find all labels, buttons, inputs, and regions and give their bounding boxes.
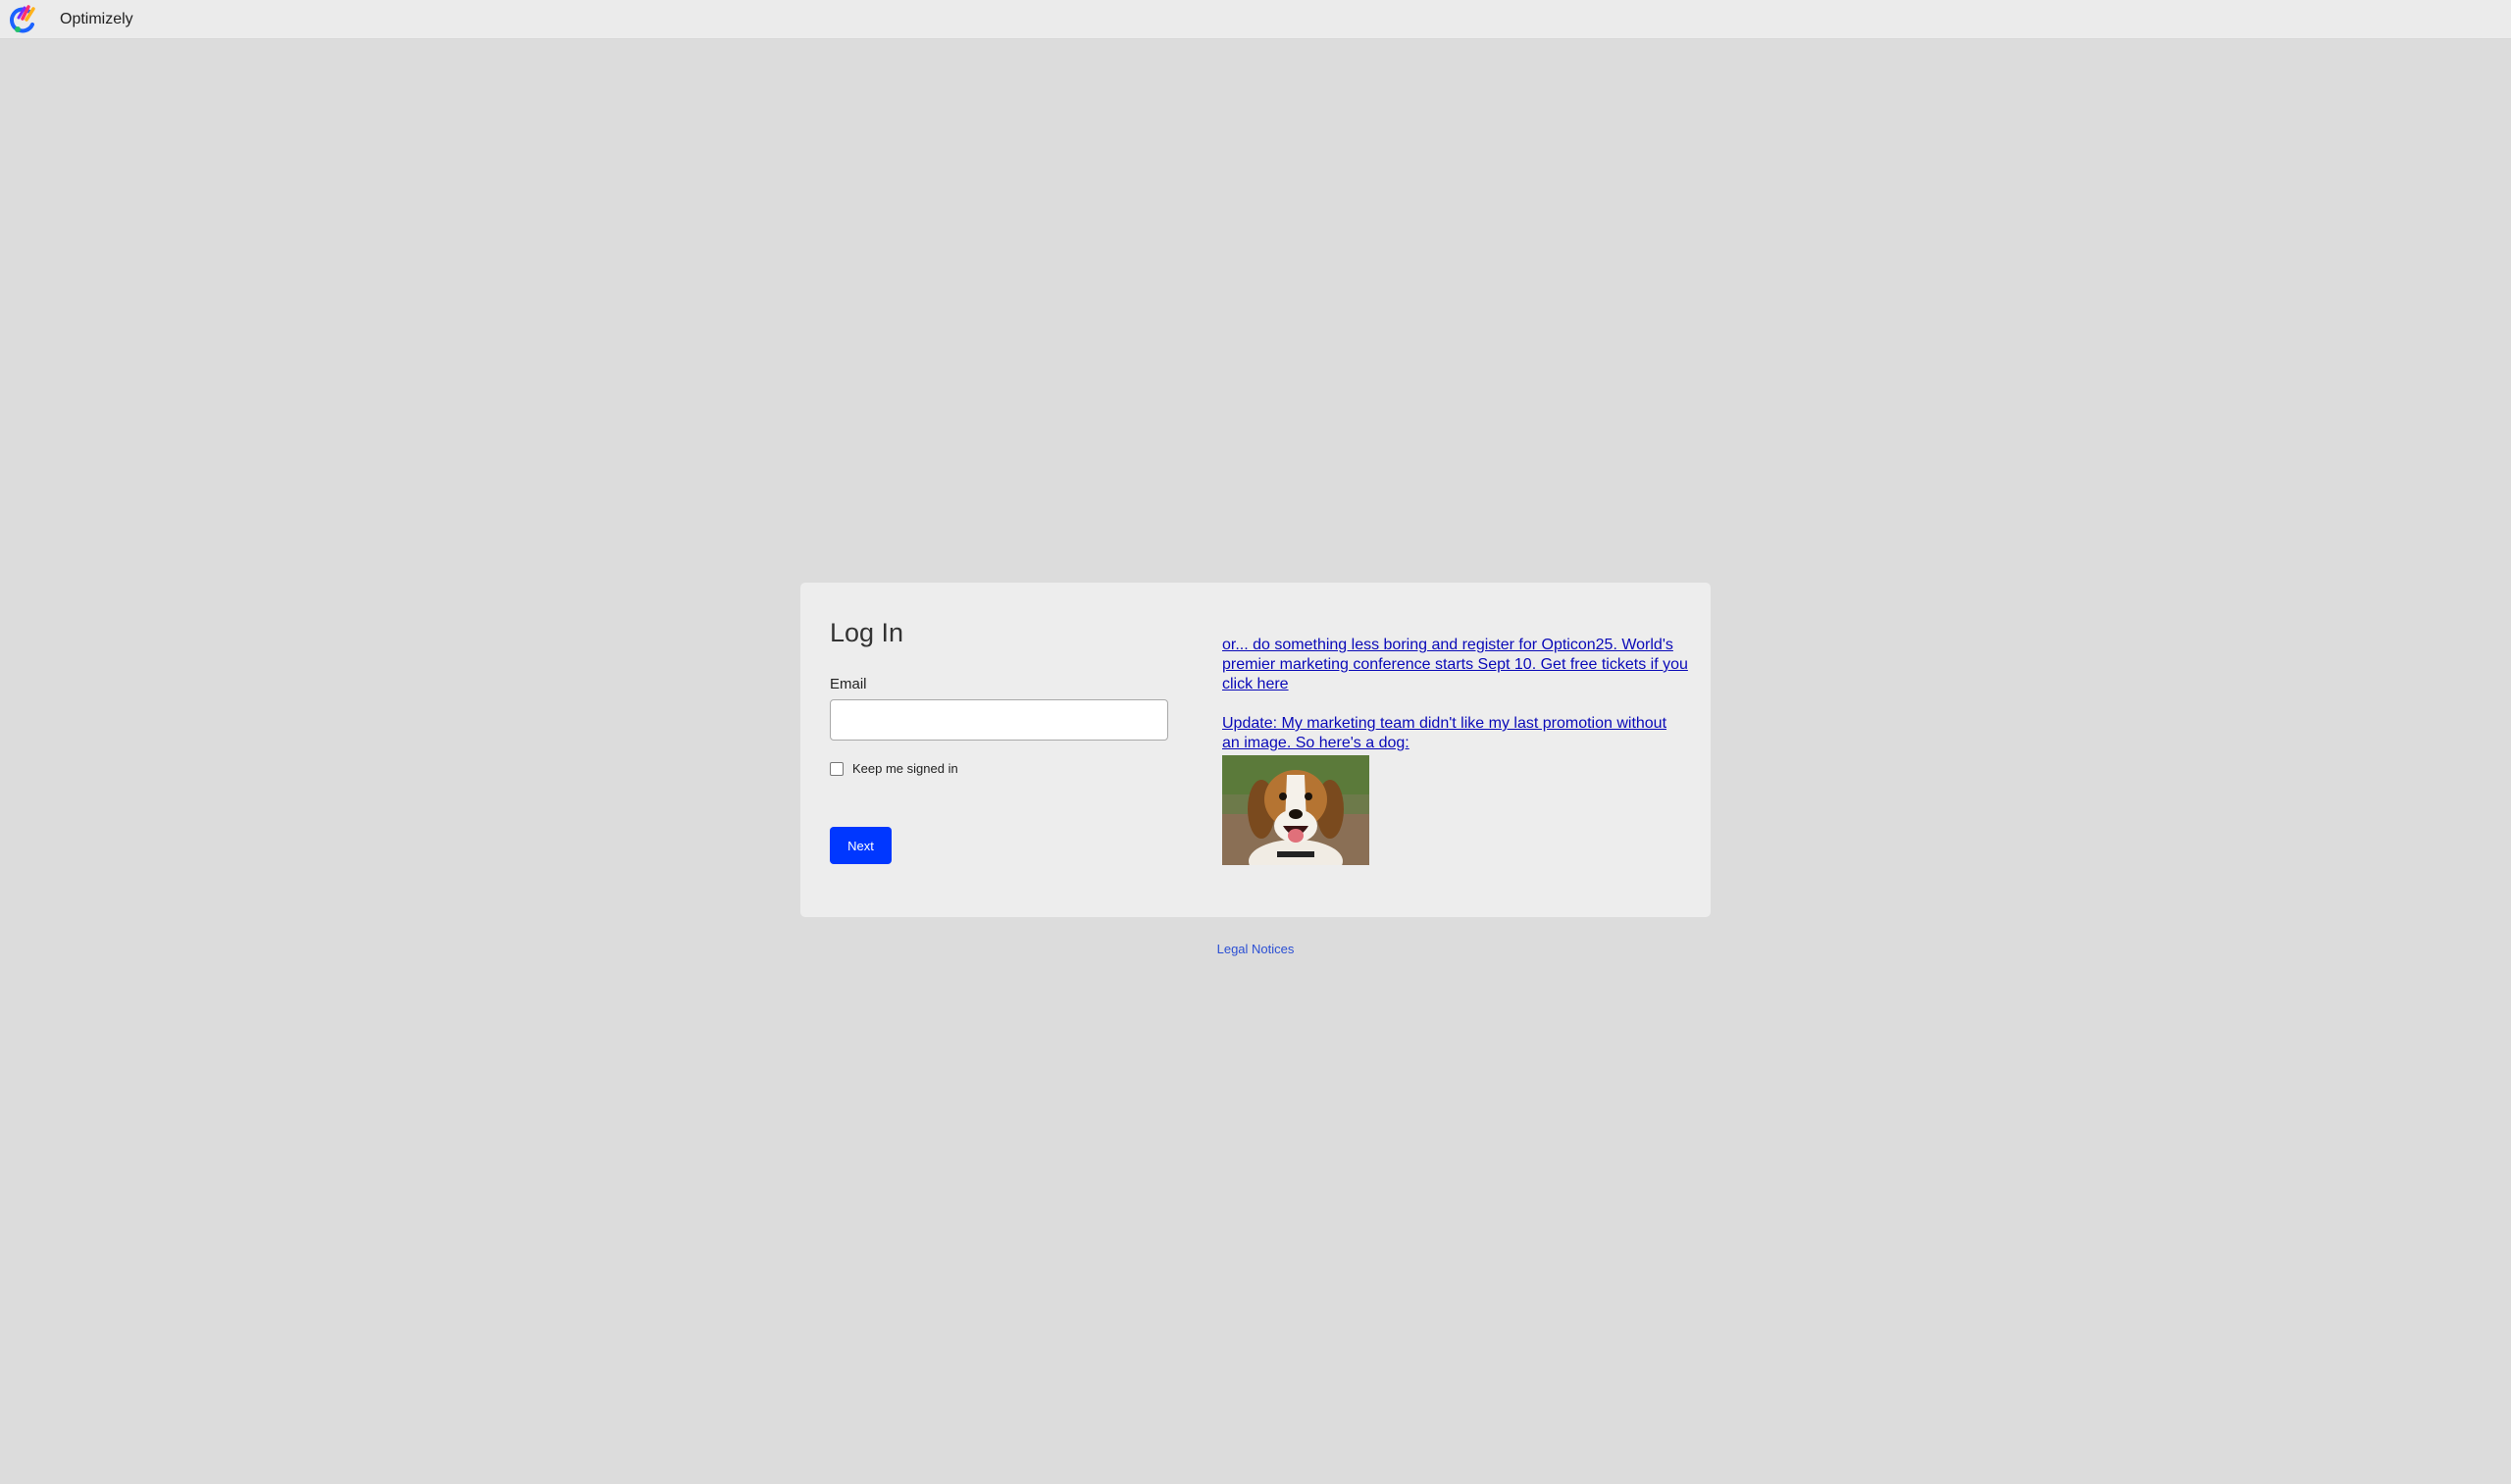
legal-notices-link[interactable]: Legal Notices (1217, 942, 1295, 956)
footer: Legal Notices (0, 942, 2511, 956)
top-bar: Optimizely (0, 0, 2511, 39)
optimizely-logo-icon[interactable] (6, 3, 39, 36)
beagle-dog-photo[interactable] (1222, 755, 1369, 865)
next-button[interactable]: Next (830, 827, 892, 864)
keep-signed-in-label[interactable]: Keep me signed in (852, 761, 958, 776)
keep-signed-in-checkbox[interactable] (830, 761, 844, 776)
opticon-promo-link[interactable]: or... do something less boring and regis… (1222, 637, 1688, 692)
promo-panel: or... do something less boring and regis… (1222, 636, 1688, 865)
dog-promo-link[interactable]: Update: My marketing team didn't like my… (1222, 715, 1666, 751)
brand-name: Optimizely (60, 11, 133, 27)
keep-signed-in-row[interactable]: Keep me signed in (830, 761, 958, 776)
page-title: Log In (830, 618, 904, 647)
login-card: Log In Email Keep me signed in Next or..… (800, 583, 1711, 917)
email-field[interactable] (830, 699, 1168, 741)
email-label: Email (830, 676, 867, 692)
